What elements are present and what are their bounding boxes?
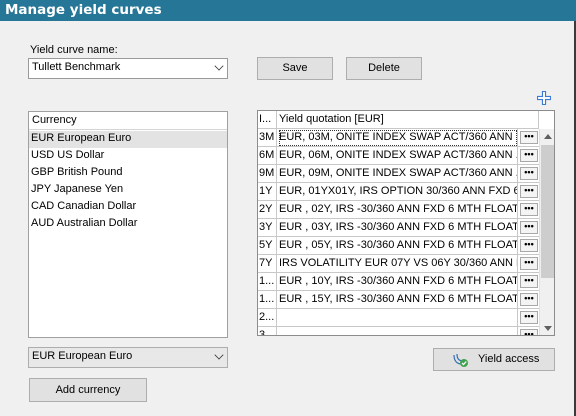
table-row[interactable]: 7Y IRS VOLATILITY EUR 07Y VS 06Y 30/360 A… [258, 255, 539, 273]
plus-icon[interactable] [537, 91, 551, 105]
ellipsis-button[interactable]: ••• [520, 203, 538, 216]
table-row[interactable]: 1... EUR , 15Y, IRS -30/360 ANN FXD 6 MTH… [258, 291, 539, 309]
ellipsis-button[interactable]: ••• [520, 185, 538, 198]
table-row[interactable]: 1Y EUR, 01YX01Y, IRS OPTION 30/360 ANN FX… [258, 183, 539, 201]
scroll-up-icon[interactable] [544, 134, 552, 139]
delete-button[interactable]: Delete [346, 57, 422, 80]
ellipsis-button[interactable]: ••• [520, 311, 538, 324]
currency-list[interactable]: Currency EUR European Euro USD US Dollar G… [28, 111, 228, 338]
currency-list-item[interactable]: JPY Japanese Yen [29, 182, 227, 199]
table-row[interactable]: 5Y EUR , 05Y, IRS -30/360 ANN FXD 6 MTH F… [258, 237, 539, 255]
currency-list-item[interactable]: EUR European Euro [29, 131, 227, 148]
tenor-cell[interactable]: 6M [258, 147, 277, 165]
currency-dropdown[interactable]: EUR European Euro [28, 347, 228, 368]
quotation-cell[interactable]: EUR, 06M, ONITE INDEX SWAP ACT/360 ANN .… [278, 147, 518, 165]
quotation-cell[interactable]: EUR, 01YX01Y, IRS OPTION 30/360 ANN FXD … [278, 183, 518, 201]
scroll-down-icon[interactable] [544, 326, 552, 331]
grid-header-index[interactable]: I... [258, 111, 277, 129]
ellipsis-button[interactable]: ••• [520, 131, 538, 144]
currency-list-item[interactable]: AUD Australian Dollar [29, 216, 227, 233]
yield-curve-name-value: Tullett Benchmark [32, 61, 121, 73]
table-row[interactable]: 2... ••• [258, 309, 539, 327]
tenor-cell[interactable]: 3Y [258, 219, 277, 237]
quotation-cell[interactable]: EUR , 02Y, IRS -30/360 ANN FXD 6 MTH FLO… [278, 201, 518, 219]
ellipsis-button[interactable]: ••• [520, 293, 538, 306]
save-button[interactable]: Save [257, 57, 333, 80]
tenor-cell[interactable]: 1... [258, 273, 277, 291]
chevron-down-icon [214, 61, 224, 71]
table-row[interactable]: 1... EUR , 10Y, IRS -30/360 ANN FXD 6 MTH… [258, 273, 539, 291]
currency-list-item[interactable]: GBP British Pound [29, 165, 227, 182]
grid-header-quotation[interactable]: Yield quotation [EUR] [278, 111, 539, 129]
yield-curve-name-label: Yield curve name: [30, 44, 118, 56]
quotation-cell[interactable]: EUR , 03Y, IRS -30/360 ANN FXD 6 MTH FLO… [278, 219, 518, 237]
table-row[interactable]: 3M EUR, 03M, ONITE INDEX SWAP ACT/360 ANN… [258, 129, 539, 147]
ellipsis-button[interactable]: ••• [520, 275, 538, 288]
tenor-cell[interactable]: 1Y [258, 183, 277, 201]
quotation-cell[interactable]: EUR, 03M, ONITE INDEX SWAP ACT/360 ANN .… [278, 129, 518, 147]
add-currency-button[interactable]: Add currency [29, 378, 147, 402]
tenor-cell[interactable]: 5Y [258, 237, 277, 255]
quotation-cell[interactable]: EUR , 15Y, IRS -30/360 ANN FXD 6 MTH FLO… [278, 291, 518, 309]
ellipsis-button[interactable]: ••• [520, 239, 538, 252]
ellipsis-button[interactable]: ••• [520, 329, 538, 335]
tenor-cell[interactable]: 3... [258, 327, 277, 335]
ellipsis-button[interactable]: ••• [520, 149, 538, 162]
currency-list-item[interactable]: CAD Canadian Dollar [29, 199, 227, 216]
window-title: Manage yield curves [0, 0, 576, 21]
tenor-cell[interactable]: 3M [258, 129, 277, 147]
tenor-cell[interactable]: 1... [258, 291, 277, 309]
table-row[interactable]: 3Y EUR , 03Y, IRS -30/360 ANN FXD 6 MTH F… [258, 219, 539, 237]
quotation-cell[interactable]: EUR , 05Y, IRS -30/360 ANN FXD 6 MTH FLO… [278, 237, 518, 255]
ellipsis-button[interactable]: ••• [520, 257, 538, 270]
tenor-cell[interactable]: 2... [258, 309, 277, 327]
quotation-cell[interactable]: EUR, 09M, ONITE INDEX SWAP ACT/360 ANN .… [278, 165, 518, 183]
table-row[interactable]: 6M EUR, 06M, ONITE INDEX SWAP ACT/360 ANN… [258, 147, 539, 165]
tenor-cell[interactable]: 2Y [258, 201, 277, 219]
table-row[interactable]: 3... ••• [258, 327, 539, 335]
yield-access-icon [453, 353, 468, 367]
currency-dropdown-value: EUR European Euro [32, 350, 133, 362]
quotation-cell[interactable] [278, 309, 518, 327]
table-row[interactable]: 9M EUR, 09M, ONITE INDEX SWAP ACT/360 ANN… [258, 165, 539, 183]
ellipsis-button[interactable]: ••• [520, 221, 538, 234]
grid-header-row: I... Yield quotation [EUR] [258, 111, 539, 129]
table-row[interactable]: 2Y EUR , 02Y, IRS -30/360 ANN FXD 6 MTH F… [258, 201, 539, 219]
chevron-down-icon [214, 350, 224, 360]
quotation-cell[interactable]: EUR , 10Y, IRS -30/360 ANN FXD 6 MTH FLO… [278, 273, 518, 291]
currency-list-item[interactable]: USD US Dollar [29, 148, 227, 165]
grid-scrollbar[interactable] [539, 129, 554, 335]
tenor-cell[interactable]: 7Y [258, 255, 277, 273]
scroll-thumb[interactable] [541, 145, 554, 278]
ellipsis-button[interactable]: ••• [520, 167, 538, 180]
yield-quotation-grid[interactable]: I... Yield quotation [EUR] 3M EUR, 03M, O… [257, 110, 555, 336]
yield-access-label: Yield access [478, 353, 540, 365]
tenor-cell[interactable]: 9M [258, 165, 277, 183]
quotation-cell[interactable]: IRS VOLATILITY EUR 07Y VS 06Y 30/360 ANN… [278, 255, 518, 273]
yield-access-button[interactable]: Yield access [433, 348, 555, 371]
yield-curve-name-combo[interactable]: Tullett Benchmark [28, 58, 228, 79]
currency-list-header: Currency [29, 112, 227, 130]
quotation-cell[interactable] [278, 327, 518, 335]
